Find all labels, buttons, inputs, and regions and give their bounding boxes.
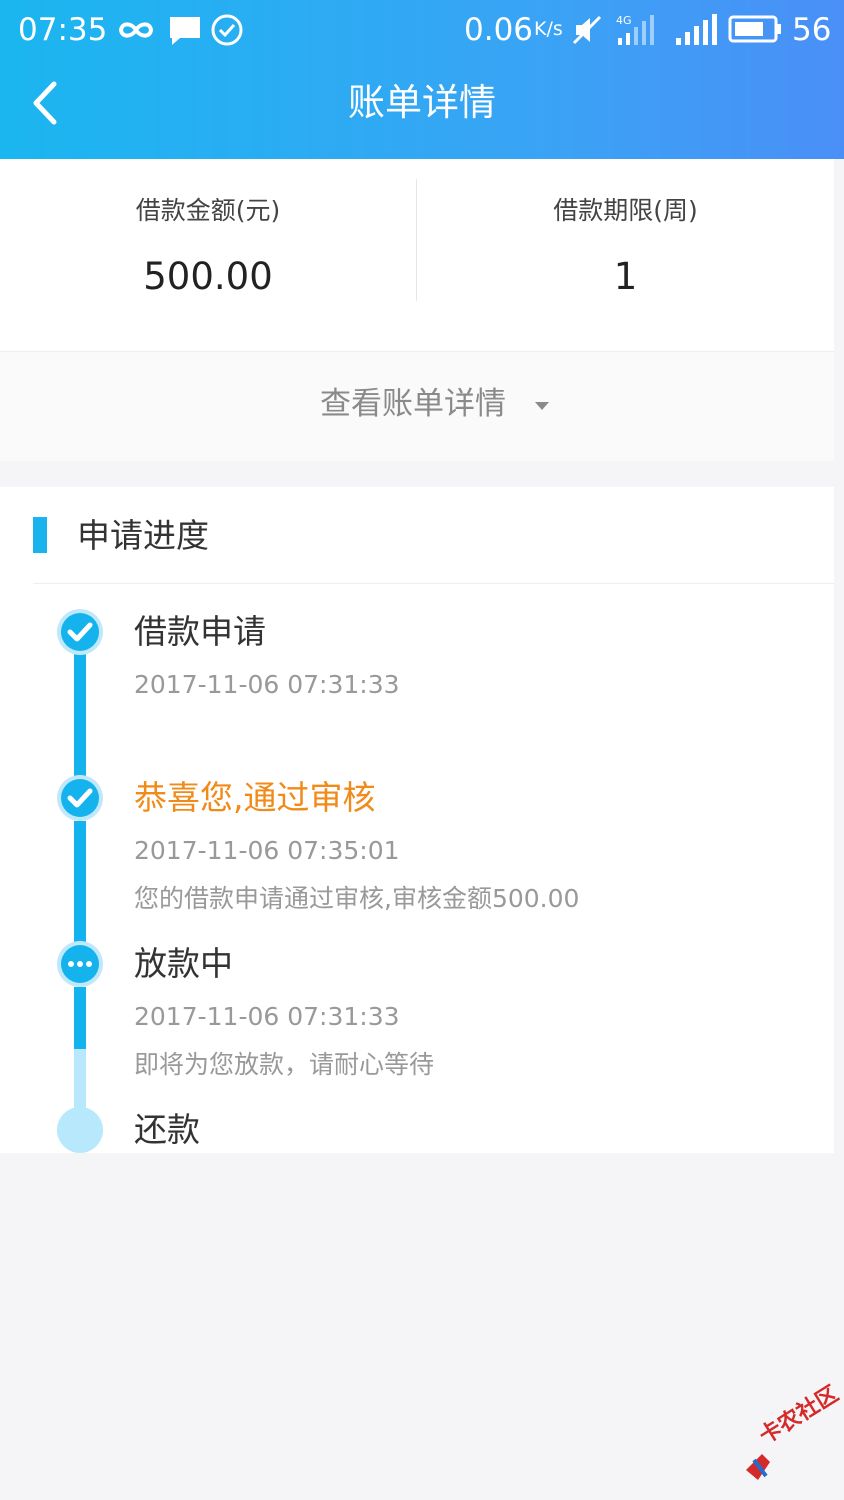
timeline-connector-3a xyxy=(74,987,86,1049)
signal-icon xyxy=(676,14,717,45)
more-dots-icon xyxy=(57,941,103,987)
view-bill-detail-label: 查看账单详情 xyxy=(320,386,506,422)
step-title: 借款申请 xyxy=(134,612,266,651)
infinity-icon xyxy=(118,22,154,38)
status-time: 07:35 xyxy=(18,12,108,48)
loan-term-value: 1 xyxy=(613,255,638,298)
step-done-node xyxy=(56,608,104,656)
signal-4g-icon: 4G xyxy=(616,14,654,45)
loan-term-label: 借款期限(周) xyxy=(553,196,698,225)
loan-summary-card: 借款金额(元) 500.00 借款期限(周) 1 查看账单详情 xyxy=(0,159,834,461)
step-description: 您的借款申请通过审核,审核金额500.00 xyxy=(134,884,580,913)
caret-down-icon xyxy=(535,402,549,410)
step-time: 2017-11-06 07:35:01 xyxy=(134,836,400,865)
section-accent-bar xyxy=(33,517,47,553)
loan-amount-label: 借款金额(元) xyxy=(135,196,281,225)
page-title: 账单详情 xyxy=(348,81,496,124)
network-speed: 0.06 xyxy=(464,12,534,48)
svg-text:4G: 4G xyxy=(616,14,632,27)
check-icon xyxy=(57,775,103,821)
step-pending-node xyxy=(56,1106,104,1154)
step-title: 还款 xyxy=(134,1110,200,1149)
step-description: 即将为您放款，请耐心等待 xyxy=(134,1050,435,1079)
progress-section-title: 申请进度 xyxy=(77,516,209,555)
step-title: 放款中 xyxy=(134,944,233,983)
check-circle-icon xyxy=(211,14,243,46)
battery-icon xyxy=(728,15,781,43)
app-header: 07:35 0.06 K/s 4G 56 账单详情 xyxy=(0,0,844,159)
step-in-progress-node xyxy=(56,940,104,988)
section-separator xyxy=(33,583,834,584)
loan-amount-block: 借款金额(元) 500.00 xyxy=(0,159,417,351)
mute-icon xyxy=(572,15,602,45)
pending-circle-icon xyxy=(57,1107,103,1153)
check-icon xyxy=(57,609,103,655)
view-bill-detail-button[interactable]: 查看账单详情 xyxy=(0,352,834,461)
network-speed-unit: K/s xyxy=(534,18,563,40)
nav-bar: 账单详情 xyxy=(0,60,844,159)
status-bar: 07:35 0.06 K/s 4G 56 xyxy=(0,0,844,60)
message-icon xyxy=(170,17,200,45)
step-time: 2017-11-06 07:31:33 xyxy=(134,670,400,699)
step-title-approved: 恭喜您,通过审核 xyxy=(134,778,376,817)
step-time: 2017-11-06 07:31:33 xyxy=(134,1002,400,1031)
step-done-node xyxy=(56,774,104,822)
loan-amount-value: 500.00 xyxy=(143,255,273,298)
battery-level: 56 xyxy=(792,12,832,48)
application-progress-card: 申请进度 借款申请 2017-11-06 07:31:33 恭喜您,通过审核 2… xyxy=(0,487,834,1153)
loan-term-block: 借款期限(周) 1 xyxy=(417,159,834,351)
